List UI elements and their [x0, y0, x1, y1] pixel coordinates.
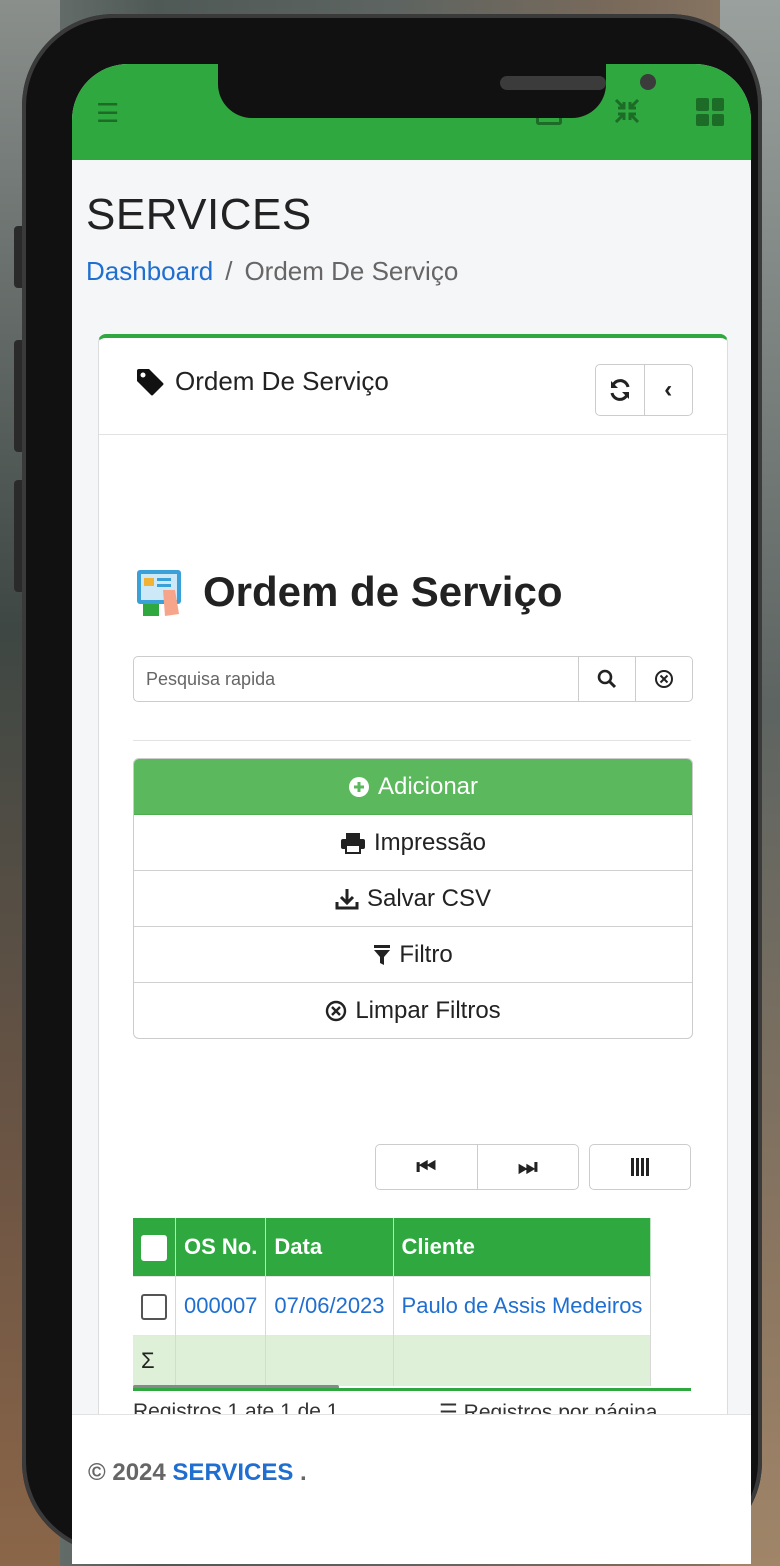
clear-filters-button[interactable]: Limpar Filtros — [134, 983, 692, 1038]
chevron-left-icon[interactable]: ‹ — [645, 365, 693, 415]
page-title: SERVICES — [86, 190, 312, 239]
first-page-button[interactable]: ⏮ — [376, 1145, 478, 1189]
tag-icon — [137, 368, 164, 395]
action-buttons: Adicionar Impressão Salvar CSV Filtro Li… — [133, 758, 693, 1039]
row-select-cell — [133, 1276, 176, 1336]
print-button-label: Impressão — [373, 828, 487, 856]
search-input[interactable] — [134, 657, 578, 701]
footer: © 2024 SERVICES . — [72, 1414, 751, 1564]
section-title-text: Ordem de Serviço — [203, 568, 563, 615]
save-csv-button-label: Salvar CSV — [366, 884, 492, 912]
card-tools: ‹ — [595, 364, 693, 416]
plus-circle-icon — [348, 776, 369, 797]
cell-cliente[interactable]: Paulo de Assis Medeiros — [393, 1276, 652, 1336]
summary-cell — [265, 1335, 394, 1386]
breadcrumb: Dashboard / Ordem De Serviço — [86, 256, 458, 287]
select-all-cell — [133, 1218, 176, 1277]
filter-icon — [374, 944, 391, 965]
columns-icon — [631, 1158, 649, 1176]
card-title: Ordem De Serviço — [135, 366, 389, 397]
clear-search-button[interactable] — [635, 657, 692, 701]
step-backward-icon: ⏮ — [416, 1154, 437, 1179]
select-all-checkbox[interactable] — [141, 1234, 167, 1261]
print-icon — [340, 832, 365, 854]
columns-button[interactable] — [589, 1144, 691, 1190]
cell-data[interactable]: 07/06/2023 — [265, 1276, 394, 1336]
footer-copyright: © 2024 SERVICES . — [88, 1459, 307, 1487]
hamburger-menu-icon[interactable]: ☰ — [96, 100, 119, 126]
column-header-os-no[interactable]: OS No. — [175, 1218, 267, 1277]
section-title: Ordem de Serviço — [133, 564, 562, 620]
footer-brand-link[interactable]: SERVICES — [172, 1459, 293, 1486]
copyright-text: © 2024 — [88, 1459, 166, 1486]
card-title-text: Ordem De Serviço — [175, 366, 389, 396]
summary-cell — [175, 1335, 267, 1386]
app-screen: ☰ SERVICES Dashboard / Ordem De Serviço Or… — [72, 64, 751, 1564]
summary-cell — [393, 1335, 652, 1386]
summary-row: Σ — [133, 1335, 652, 1386]
summary-symbol: Σ — [133, 1335, 176, 1386]
breadcrumb-current: Ordem De Serviço — [244, 256, 459, 286]
speaker-grille — [500, 76, 606, 90]
table-row[interactable]: 000007 07/06/2023 Paulo de Assis Medeiro… — [133, 1276, 652, 1336]
times-circle-icon — [655, 670, 673, 688]
phone-notch — [218, 64, 656, 118]
column-header-cliente[interactable]: Cliente — [393, 1218, 652, 1277]
times-circle-icon — [326, 1000, 347, 1021]
content-card: Ordem De Serviço ‹ Ordem de Serviço Pesq… — [98, 334, 728, 1449]
filter-button-label: Filtro — [399, 940, 453, 968]
last-page-button[interactable]: ⏭ — [478, 1145, 579, 1189]
filter-button[interactable]: Filtro — [134, 927, 692, 983]
breadcrumb-dashboard-link[interactable]: Dashboard — [86, 256, 213, 286]
clear-filters-button-label: Limpar Filtros — [355, 996, 501, 1024]
search-icon — [597, 669, 617, 689]
compress-icon[interactable] — [612, 96, 642, 131]
table-header-row: OS No. Data Cliente — [133, 1218, 652, 1277]
service-order-icon — [137, 570, 181, 616]
divider — [133, 740, 691, 741]
quick-search — [133, 656, 693, 702]
add-button[interactable]: Adicionar — [134, 759, 692, 815]
pagination: ⏮ ⏭ — [375, 1144, 579, 1190]
print-button[interactable]: Impressão — [134, 815, 692, 871]
sync-icon[interactable] — [596, 365, 645, 415]
search-button[interactable] — [578, 657, 635, 701]
card-header: Ordem De Serviço ‹ — [99, 338, 727, 435]
cell-os-no[interactable]: 000007 — [175, 1276, 267, 1336]
step-forward-icon: ⏭ — [517, 1154, 538, 1179]
save-csv-button[interactable]: Salvar CSV — [134, 871, 692, 927]
service-orders-table: OS No. Data Cliente 000007 07/06/2023 Pa… — [133, 1218, 691, 1391]
front-camera — [640, 74, 656, 90]
apps-grid-icon[interactable] — [696, 98, 724, 126]
breadcrumb-separator: / — [225, 256, 233, 286]
horizontal-scrollbar[interactable] — [133, 1385, 339, 1388]
column-header-data[interactable]: Data — [265, 1218, 394, 1277]
add-button-label: Adicionar — [377, 772, 479, 800]
footer-suffix: . — [300, 1459, 307, 1486]
download-icon — [335, 888, 359, 909]
row-checkbox[interactable] — [141, 1293, 167, 1320]
